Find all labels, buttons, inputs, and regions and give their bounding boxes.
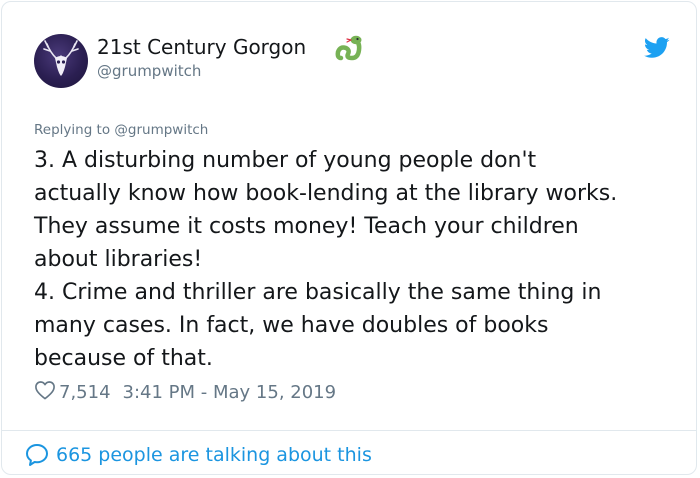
- heart-outline-icon[interactable]: [34, 380, 56, 405]
- divider: [2, 430, 696, 431]
- avatar[interactable]: [34, 34, 88, 88]
- timestamp[interactable]: 3:41 PM - May 15, 2019: [123, 382, 337, 403]
- speech-bubble-icon: [26, 444, 48, 466]
- stag-skull-icon: [43, 40, 79, 76]
- tweet-meta: 7,514 3:41 PM - May 15, 2019: [34, 378, 336, 406]
- snake-emoji-icon: [335, 34, 365, 66]
- talking-about-text[interactable]: 665 people are talking about this: [56, 444, 372, 466]
- twitter-bird-icon[interactable]: [643, 37, 670, 63]
- tweet-card: 21st Century Gorgon @grumpwitch Replying…: [1, 1, 697, 475]
- display-name[interactable]: 21st Century Gorgon: [97, 35, 306, 59]
- user-handle[interactable]: @grumpwitch: [97, 62, 201, 80]
- like-count[interactable]: 7,514: [59, 382, 111, 403]
- conversation-link[interactable]: 665 people are talking about this: [24, 440, 372, 470]
- replying-to[interactable]: Replying to @grumpwitch: [34, 122, 208, 138]
- tweet-text: 3. A disturbing number of young people d…: [34, 148, 618, 371]
